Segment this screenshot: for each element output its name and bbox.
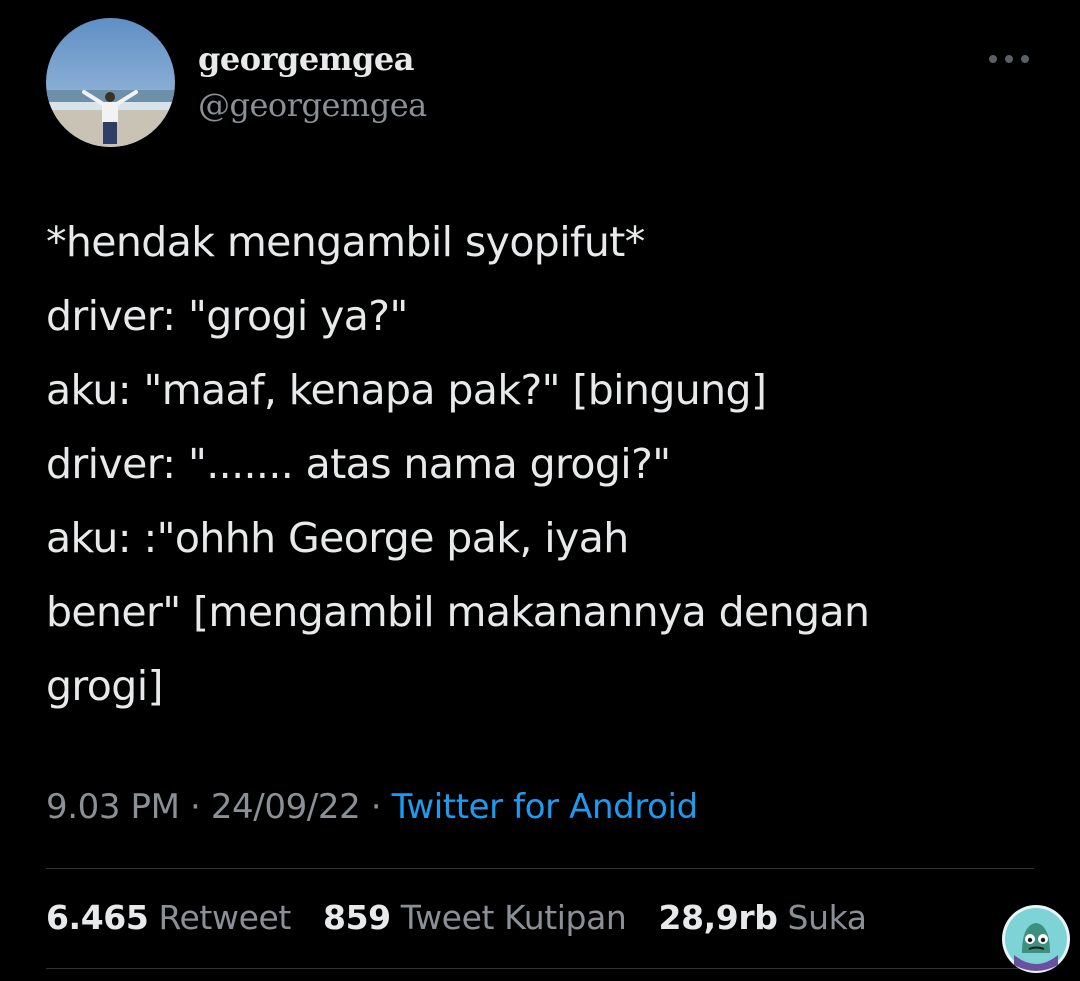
tweet-line: aku: :"ohhh George pak, iyah [46, 514, 629, 562]
retweets-count: 6.465 [46, 898, 149, 937]
tweet-time[interactable]: 9.03 PM [46, 787, 180, 827]
sticker-icon [1000, 903, 1072, 975]
tweet-line: bener" [mengambil makanannya dengan [46, 588, 870, 636]
avatar[interactable] [46, 18, 175, 147]
quote-tweets-stat[interactable]: 859 Tweet Kutipan [323, 898, 637, 937]
meta-separator: · [370, 787, 382, 827]
retweets-stat[interactable]: 6.465 Retweet [46, 898, 301, 937]
tweet-source-link[interactable]: Twitter for Android [392, 787, 699, 827]
likes-count: 28,9rb [658, 898, 778, 937]
engagement-stats: 6.465 Retweet 859 Tweet Kutipan 28,9rb S… [46, 898, 889, 937]
quote-tweets-label: Tweet Kutipan [400, 898, 627, 937]
quote-tweets-count: 859 [323, 898, 391, 937]
divider [46, 968, 1034, 969]
tweet-line: *hendak mengambil syopifut* [46, 218, 645, 266]
more-options-icon[interactable] [985, 44, 1033, 74]
tweet-meta: 9.03 PM · 24/09/22 · Twitter for Android [46, 787, 698, 827]
display-name[interactable]: georgemgea [198, 40, 415, 78]
likes-stat[interactable]: 28,9rb Suka [659, 898, 867, 937]
user-handle[interactable]: @georgemgea [198, 86, 427, 124]
avatar-photo [46, 18, 175, 147]
tweet-line: driver: "....... atas nama grogi?" [46, 440, 671, 488]
meta-separator: · [189, 787, 201, 827]
tweet-line: grogi] [46, 662, 163, 710]
tweet-line: aku: "maaf, kenapa pak?" [bingung] [46, 366, 767, 414]
likes-label: Suka [787, 898, 867, 937]
tweet-line: driver: "grogi ya?" [46, 292, 408, 340]
divider [46, 868, 1034, 869]
retweets-label: Retweet [158, 898, 291, 937]
tweet-text: *hendak mengambil syopifut* driver: "gro… [46, 205, 1046, 723]
tweet-date[interactable]: 24/09/22 [211, 787, 361, 827]
